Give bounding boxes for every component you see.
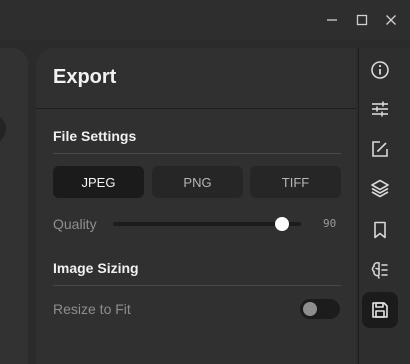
layers-icon[interactable] (362, 170, 398, 206)
tool-rail (359, 48, 410, 364)
format-jpeg-button[interactable]: JPEG (53, 166, 144, 198)
save-icon[interactable] (362, 292, 398, 328)
panel-title: Export (53, 66, 117, 88)
quality-slider-thumb[interactable] (275, 217, 290, 231)
title-divider (36, 108, 356, 109)
bookmark-icon[interactable] (362, 212, 398, 248)
format-png-button[interactable]: PNG (152, 166, 243, 198)
export-panel: Export File Settings JPEG PNG TIFF Quali… (36, 48, 356, 364)
minimize-icon[interactable] (322, 10, 342, 30)
export-arrow-icon[interactable] (362, 131, 398, 167)
close-icon[interactable] (381, 10, 401, 30)
image-sizing-divider (53, 285, 341, 286)
format-tiff-button[interactable]: TIFF (250, 166, 341, 198)
info-icon[interactable] (362, 52, 398, 88)
quality-slider[interactable] (113, 217, 301, 231)
file-settings-heading: File Settings (53, 128, 137, 144)
left-panel (0, 48, 28, 364)
toggle-knob (303, 302, 317, 316)
left-panel-handle[interactable] (0, 114, 6, 144)
brain-icon[interactable] (362, 252, 398, 288)
sliders-icon[interactable] (362, 91, 398, 127)
image-sizing-heading: Image Sizing (53, 260, 139, 276)
file-settings-divider (53, 153, 341, 154)
resize-to-fit-label: Resize to Fit (53, 301, 131, 317)
quality-label: Quality (53, 216, 97, 232)
maximize-icon[interactable] (352, 10, 372, 30)
title-bar (0, 0, 410, 40)
quality-value: 90 (323, 217, 337, 230)
resize-to-fit-toggle[interactable] (300, 299, 340, 319)
